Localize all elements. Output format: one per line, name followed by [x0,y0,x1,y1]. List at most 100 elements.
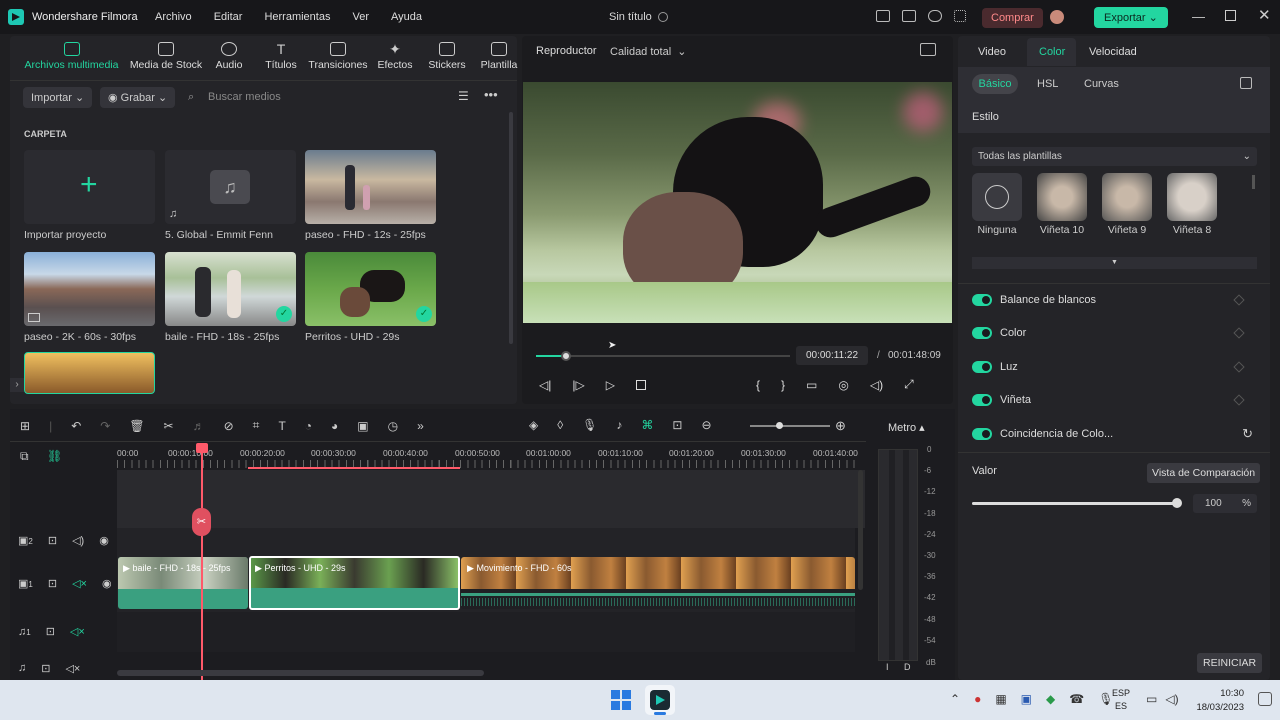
mask-icon[interactable]: ⊘ [224,419,234,433]
menu-herramientas[interactable]: Herramientas [264,11,330,23]
fullscreen-icon[interactable]: ⤢ [904,377,914,392]
audio-mix-icon[interactable]: ♪ [616,418,622,432]
search-input[interactable]: Buscar medios [208,91,281,103]
mark-out-icon[interactable]: } [781,378,785,392]
apps-grid-icon[interactable] [954,10,966,22]
menu-archivo[interactable]: Archivo [155,11,192,23]
speaker-icon[interactable]: ◁) [72,534,84,547]
step-back-icon[interactable]: ◁| [539,378,551,392]
subtab-basico[interactable]: Básico [972,74,1018,94]
value-slider-track[interactable] [972,502,1177,505]
template-select[interactable]: Todas las plantillas ⌄ [972,147,1257,166]
keyframe-icon[interactable] [1233,361,1245,373]
undo-icon[interactable]: ↶ [71,419,81,433]
step-forward-icon[interactable]: |▷ [572,378,584,392]
taskbar-filmora-button[interactable] [645,685,675,715]
eye-icon[interactable]: ◉ [99,534,109,547]
reset-icon[interactable]: ↻ [1242,426,1253,442]
snapshot-view-icon[interactable] [920,43,936,56]
video-preview[interactable] [523,82,952,323]
link-icon[interactable]: ⛓ [47,449,62,463]
windows-start-icon[interactable] [611,690,631,710]
media-scrollbar[interactable] [509,112,513,344]
media-item-paseo-2k[interactable] [24,252,155,326]
avatar[interactable] [1050,10,1064,24]
toggle-switch[interactable] [972,361,992,373]
eye-icon[interactable]: ◉ [102,577,112,590]
delete-icon[interactable]: 🗑 [129,419,144,433]
preset-vineta-10[interactable] [1037,173,1087,221]
language-indicator[interactable]: ESP ES [1112,688,1130,711]
subtab-curvas[interactable]: Curvas [1084,78,1119,90]
stop-icon[interactable] [635,380,646,390]
import-dropdown[interactable]: Importar ⌄ [23,87,93,108]
playhead[interactable] [201,444,203,680]
media-item-movimiento[interactable] [24,352,155,394]
tray-app-icon[interactable]: ◆ [1046,692,1055,706]
media-item-baile[interactable]: ✓ [165,252,296,326]
preset-none[interactable] [972,173,1022,221]
marker-icon[interactable]: ◊ [557,418,563,432]
zoom-handle[interactable] [776,422,783,429]
toggle-switch[interactable] [972,294,992,306]
add-track-icon[interactable]: ⧉ [20,449,29,464]
tab-velocidad[interactable]: Velocidad [1089,46,1137,58]
media-item-perritos[interactable]: ✓ [305,252,436,326]
tray-app-icon[interactable]: ▦ [995,692,1006,706]
more-tools-icon[interactable]: » [417,419,424,433]
restore-icon[interactable] [1225,10,1236,21]
mute-icon[interactable]: ◁× [70,625,85,638]
track-video-2[interactable] [117,528,855,556]
clock[interactable]: 10:30 18/03/2023 [1192,688,1244,713]
tab-archivos-multimedia[interactable]: Archivos multimedia [14,42,129,71]
value-input[interactable]: 100% [1193,494,1257,513]
save-preset-icon[interactable] [1240,77,1252,89]
cloud-icon[interactable] [928,10,942,22]
grid-icon[interactable]: ⊞ [20,419,30,433]
lock-icon[interactable]: ⊡ [48,577,57,590]
camera-icon[interactable]: ◎ [838,378,848,392]
preset-vineta-9[interactable] [1102,173,1152,221]
lock-icon[interactable]: ⊡ [48,534,57,547]
zoom-in-icon[interactable]: ⊕ [835,418,846,434]
split-scissors-icon[interactable]: ✂ [192,508,211,536]
tab-color[interactable]: Color [1039,46,1065,58]
microphone-icon[interactable]: 🎙 [582,418,597,432]
tab-stickers[interactable]: Stickers [421,42,473,71]
tab-efectos[interactable]: ✦ Efectos [369,42,421,71]
menu-ver[interactable]: Ver [352,11,369,23]
menu-editar[interactable]: Editar [214,11,243,23]
mark-in-icon[interactable]: { [756,378,760,392]
keyframe-icon[interactable] [1233,327,1245,339]
toggle-switch[interactable] [972,327,992,339]
clip-movimiento[interactable]: ▶ Movimiento - FHD - 60s [461,557,855,609]
value-slider-handle[interactable] [1172,498,1182,508]
color-palette-icon[interactable]: ◕ [331,419,338,433]
expand-presets-icon[interactable]: ▼ [972,257,1257,269]
close-icon[interactable]: ✕ [1258,6,1271,24]
tab-titulos[interactable]: T Títulos [255,42,307,71]
render-icon[interactable]: ◈ [529,418,538,432]
zoom-out-icon[interactable]: ⊖ [701,418,711,432]
timeline-vscrollbar[interactable] [858,470,863,590]
clip-baile[interactable]: ▶ baile - FHD - 18s - 25fps [118,557,248,609]
keyframe-icon[interactable] [1233,294,1245,306]
media-item-audio[interactable]: ♫ ♫ [165,150,296,224]
snap-icon[interactable]: ⌘ [641,418,653,432]
cut-icon[interactable]: ✂ [164,419,174,433]
buy-button[interactable]: Comprar [982,8,1043,28]
save-icon[interactable] [902,10,916,22]
import-project-tile[interactable]: + [24,150,155,224]
volume-icon[interactable]: ◁) [870,378,883,392]
ai-icon[interactable]: ▣ [357,419,368,433]
clip-perritos-selected[interactable]: ▶ Perritos - UHD - 29s [249,556,460,610]
keyframe-icon[interactable] [1233,394,1245,406]
track-audio-1[interactable] [117,612,855,652]
menu-ayuda[interactable]: Ayuda [391,11,422,23]
mute-icon[interactable]: ◁× [72,577,87,590]
preset-vineta-8[interactable] [1167,173,1217,221]
chevron-up-icon[interactable]: ⌃ [950,692,960,706]
quality-dropdown[interactable]: Calidad total ⌄ [610,45,687,58]
minimize-icon[interactable]: — [1192,9,1205,24]
toggle-switch[interactable] [972,394,992,406]
